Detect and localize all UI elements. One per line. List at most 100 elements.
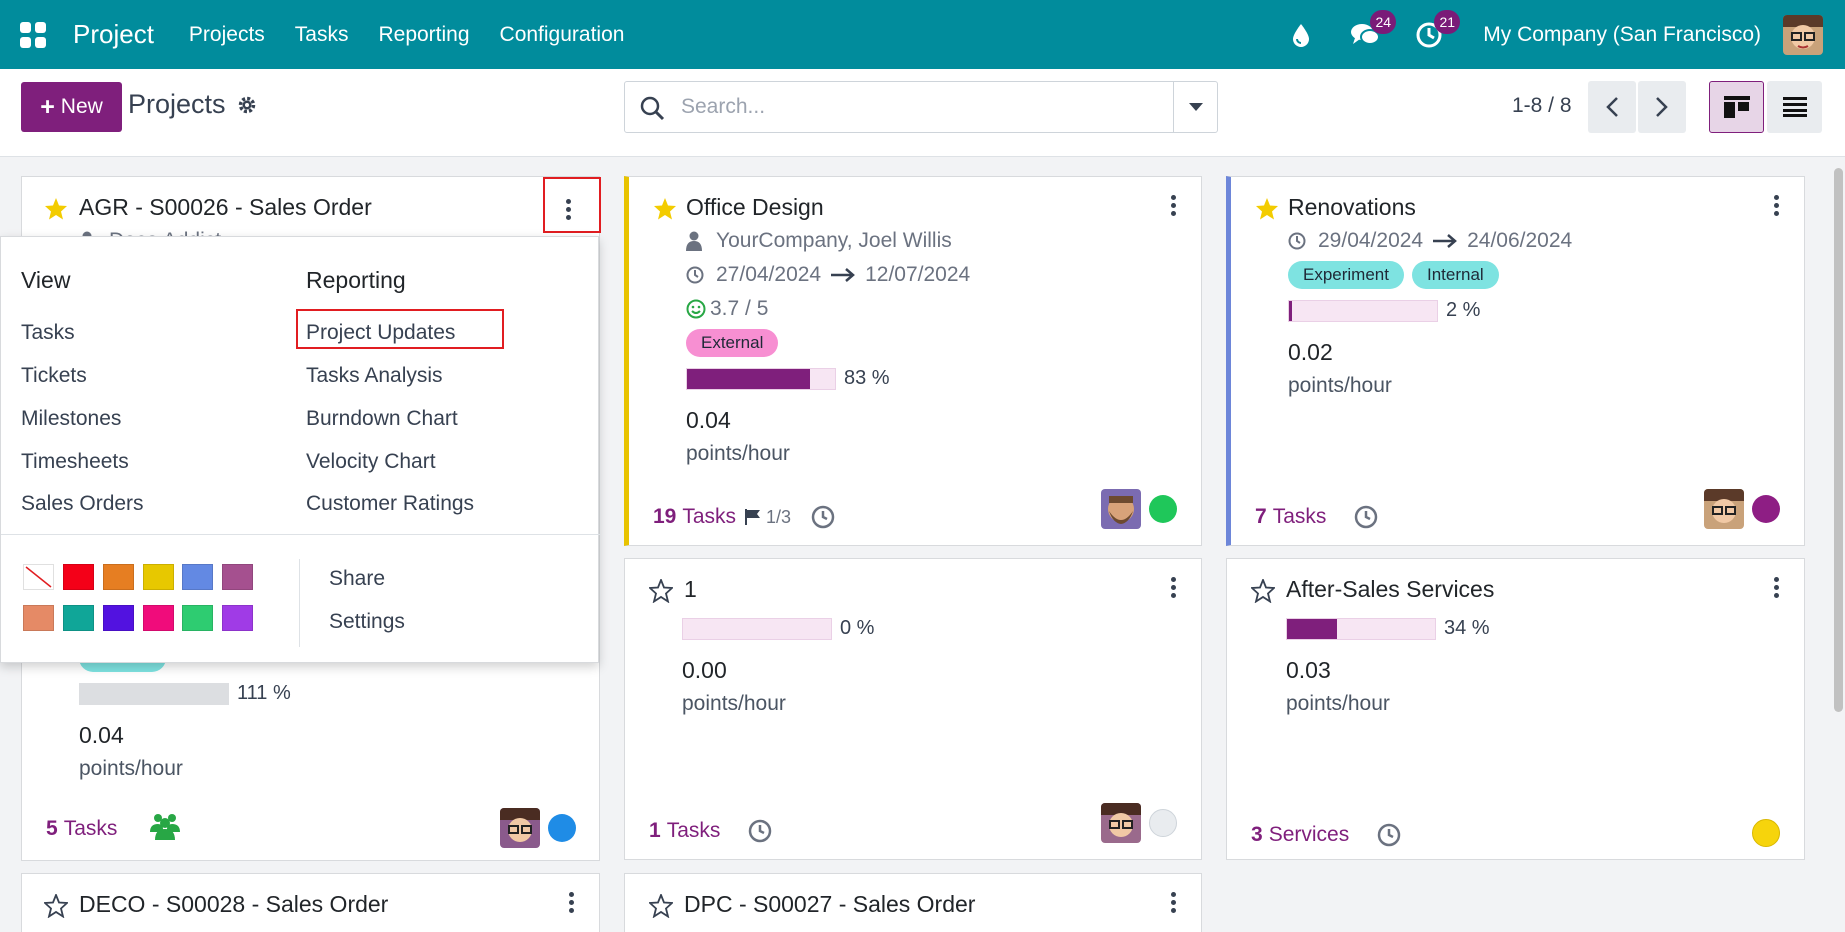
favorite-star-icon[interactable] xyxy=(1249,577,1277,608)
project-title[interactable]: AGR - S00026 - Sales Order xyxy=(79,194,372,221)
app-brand[interactable]: Project xyxy=(73,19,154,50)
users-group-icon[interactable] xyxy=(149,812,181,846)
menu-projects[interactable]: Projects xyxy=(189,23,265,47)
menu-item-tasks[interactable]: Tasks xyxy=(21,321,75,345)
menu-item-velocity-chart[interactable]: Velocity Chart xyxy=(306,450,436,474)
status-dot[interactable] xyxy=(1149,495,1177,523)
color-swatch[interactable] xyxy=(143,605,174,631)
project-menu-kebab-icon[interactable] xyxy=(1774,195,1780,216)
task-label[interactable]: Tasks xyxy=(667,819,721,843)
color-swatch[interactable] xyxy=(143,564,174,590)
project-rating: 3.7 / 5 xyxy=(686,297,768,321)
favorite-star-icon[interactable] xyxy=(647,892,675,923)
color-swatch[interactable] xyxy=(182,564,213,590)
color-swatch[interactable] xyxy=(23,605,54,631)
task-count[interactable]: 1 xyxy=(649,819,661,843)
messages-icon[interactable]: 24 xyxy=(1350,9,1397,50)
favorite-star-icon[interactable] xyxy=(1255,197,1279,226)
assignee-avatar[interactable] xyxy=(1101,803,1141,843)
project-menu-kebab-icon[interactable] xyxy=(1774,577,1780,598)
service-count[interactable]: 3 xyxy=(1251,823,1263,847)
task-label[interactable]: Tasks xyxy=(1273,505,1327,529)
milestones-indicator[interactable]: 1/3 xyxy=(744,507,791,528)
activities-clock-icon[interactable]: 21 xyxy=(1414,9,1461,50)
project-title[interactable]: Office Design xyxy=(686,194,824,221)
menu-item-milestones[interactable]: Milestones xyxy=(21,407,121,431)
color-swatch[interactable] xyxy=(103,605,134,631)
menu-configuration[interactable]: Configuration xyxy=(500,23,625,47)
share-action[interactable]: Share xyxy=(329,567,385,591)
menu-tasks[interactable]: Tasks xyxy=(295,23,349,47)
project-title[interactable]: DPC - S00027 - Sales Order xyxy=(684,891,975,918)
new-button[interactable]: + New xyxy=(21,82,122,132)
kanban-view-button[interactable] xyxy=(1709,81,1764,133)
favorite-star-icon[interactable] xyxy=(653,197,677,226)
menu-item-customer-ratings[interactable]: Customer Ratings xyxy=(306,492,474,516)
task-label[interactable]: Tasks xyxy=(682,505,736,529)
project-card-after-sales[interactable]: After-Sales Services 34 % 0.03 points/ho… xyxy=(1226,558,1805,860)
assignee-avatar[interactable] xyxy=(500,808,540,848)
activity-clock-icon[interactable] xyxy=(811,505,835,529)
menu-item-tasks-analysis[interactable]: Tasks Analysis xyxy=(306,364,443,388)
status-dot[interactable] xyxy=(548,814,576,842)
project-card-deco[interactable]: DECO - S00028 - Sales Order xyxy=(21,873,600,932)
menu-reporting[interactable]: Reporting xyxy=(378,23,469,47)
color-swatch[interactable] xyxy=(63,564,94,590)
color-swatch[interactable] xyxy=(222,564,253,590)
favorite-star-icon[interactable] xyxy=(44,197,68,226)
gear-icon[interactable] xyxy=(236,94,258,121)
project-card-renovations[interactable]: Renovations 29/04/2024 24/06/2024 Experi… xyxy=(1226,176,1805,546)
menu-item-timesheets[interactable]: Timesheets xyxy=(21,450,129,474)
assignee-avatar[interactable] xyxy=(1101,489,1141,529)
page-scrollbar[interactable] xyxy=(1834,168,1843,712)
project-title[interactable]: After-Sales Services xyxy=(1286,576,1494,603)
task-count[interactable]: 7 xyxy=(1255,505,1267,529)
search-input[interactable] xyxy=(681,92,1131,122)
color-swatch-none[interactable] xyxy=(23,564,54,590)
search-options-toggle[interactable] xyxy=(1173,82,1217,132)
status-dot[interactable] xyxy=(1752,819,1780,847)
app-grid-icon[interactable] xyxy=(20,21,46,48)
project-card-dpc[interactable]: DPC - S00027 - Sales Order xyxy=(624,873,1202,932)
menu-item-sales-orders[interactable]: Sales Orders xyxy=(21,492,144,516)
activity-clock-icon[interactable] xyxy=(1354,505,1378,529)
project-card-office-design[interactable]: Office Design YourCompany, Joel Willis 2… xyxy=(624,176,1202,546)
activity-clock-icon[interactable] xyxy=(748,819,772,843)
settings-action[interactable]: Settings xyxy=(329,610,405,634)
favorite-star-icon[interactable] xyxy=(647,577,675,608)
list-view-button[interactable] xyxy=(1767,81,1822,133)
project-menu-kebab-icon[interactable] xyxy=(1171,892,1177,913)
favorite-star-icon[interactable] xyxy=(42,892,70,923)
pager-previous-button[interactable] xyxy=(1588,81,1636,133)
pager-value[interactable]: 1-8 / 8 xyxy=(1512,94,1572,118)
project-menu-kebab-icon[interactable] xyxy=(1171,577,1177,598)
card-footer-right xyxy=(1704,489,1780,529)
menu-item-tickets[interactable]: Tickets xyxy=(21,364,87,388)
water-drop-icon[interactable] xyxy=(1286,20,1316,50)
color-swatch[interactable] xyxy=(222,605,253,631)
user-avatar[interactable] xyxy=(1783,14,1823,55)
task-count[interactable]: 19 xyxy=(653,505,676,529)
task-label[interactable]: Tasks xyxy=(64,817,118,841)
color-swatch[interactable] xyxy=(103,564,134,590)
task-count[interactable]: 5 xyxy=(46,817,58,841)
status-dot[interactable] xyxy=(1752,495,1780,523)
project-menu-kebab-icon[interactable] xyxy=(569,892,575,913)
service-label[interactable]: Services xyxy=(1269,823,1350,847)
pager-next-button[interactable] xyxy=(1638,81,1686,133)
project-card-1[interactable]: 1 0 % 0.00 points/hour 1 Tasks xyxy=(624,558,1202,860)
color-swatch[interactable] xyxy=(182,605,213,631)
activity-clock-icon[interactable] xyxy=(1377,823,1401,847)
search-bar xyxy=(624,81,1218,133)
card-footer: 7 Tasks xyxy=(1255,505,1378,529)
assignee-avatar[interactable] xyxy=(1704,489,1744,529)
color-swatch[interactable] xyxy=(63,605,94,631)
velocity-value: 0.03 xyxy=(1286,657,1331,683)
status-dot[interactable] xyxy=(1149,809,1177,837)
project-title[interactable]: DECO - S00028 - Sales Order xyxy=(79,891,388,918)
project-menu-kebab-icon[interactable] xyxy=(1171,195,1177,216)
company-switcher[interactable]: My Company (San Francisco) xyxy=(1483,23,1761,47)
project-title[interactable]: 1 xyxy=(684,576,697,603)
menu-item-burndown-chart[interactable]: Burndown Chart xyxy=(306,407,458,431)
project-title[interactable]: Renovations xyxy=(1288,194,1416,221)
